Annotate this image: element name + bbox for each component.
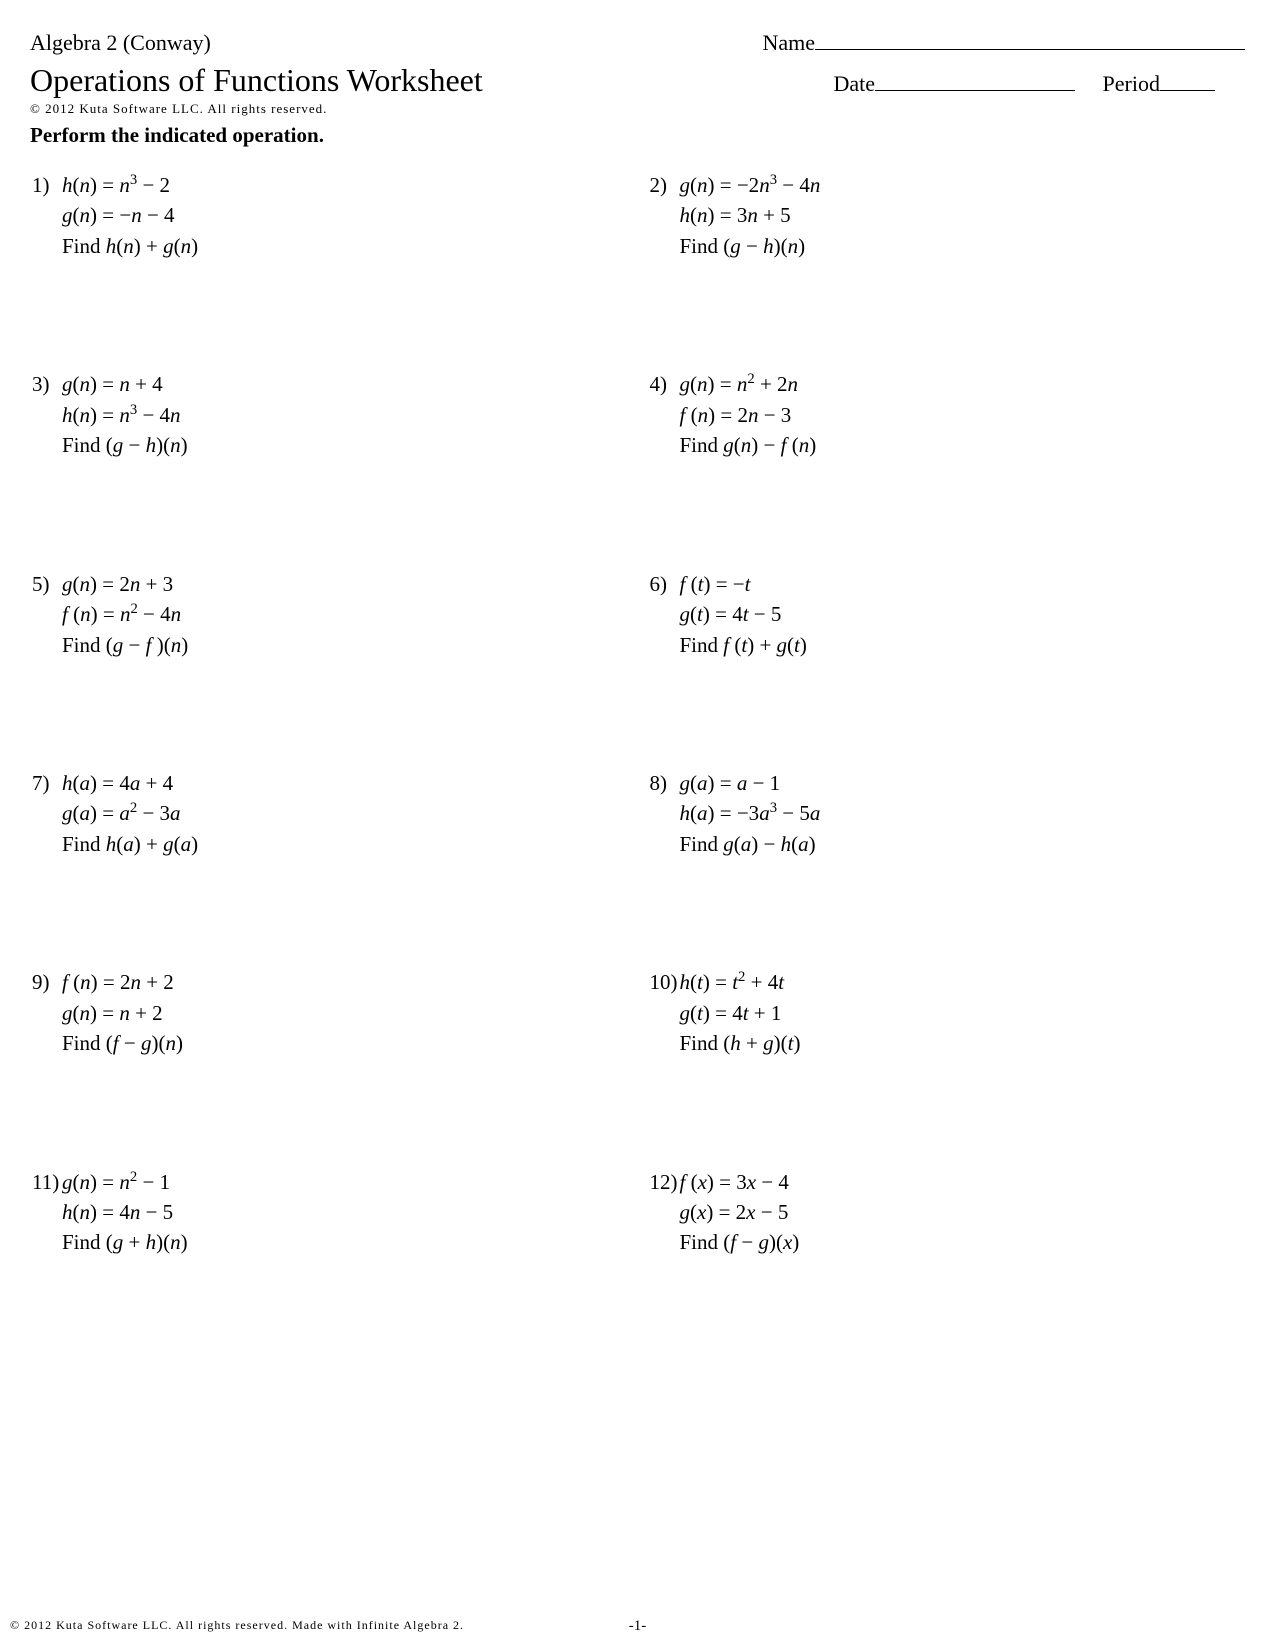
page-footer: © 2012 Kuta Software LLC. All rights res… <box>10 1618 1265 1633</box>
problem-find: Find (g − h)(n) <box>680 234 806 258</box>
problem-line: g(n) = 2n + 3 <box>62 572 173 596</box>
problem-number: 7) <box>32 768 62 798</box>
problem-2: 2) g(n) = −2n3 − 4n h(n) = 3n + 5 Find (… <box>648 170 1246 261</box>
copyright-line: © 2012 Kuta Software LLC. All rights res… <box>30 101 1245 117</box>
problem-9: 9) f (n) = 2n + 2 g(n) = n + 2 Find (f −… <box>30 967 628 1058</box>
worksheet-title: Operations of Functions Worksheet <box>30 62 483 99</box>
problem-1: 1) h(n) = n3 − 2 g(n) = −n − 4 Find h(n)… <box>30 170 628 261</box>
problem-number: 3) <box>32 369 62 399</box>
problem-find: Find g(a) − h(a) <box>680 832 816 856</box>
name-label: Name <box>762 30 815 55</box>
problems-grid: 1) h(n) = n3 − 2 g(n) = −n − 4 Find h(n)… <box>30 170 1245 1258</box>
problem-line: f (n) = n2 − 4n <box>62 602 181 626</box>
problem-number: 12) <box>650 1167 680 1197</box>
problem-line: g(n) = n + 4 <box>62 372 163 396</box>
problem-line: h(t) = t2 + 4t <box>680 970 785 994</box>
problem-11: 11) g(n) = n2 − 1 h(n) = 4n − 5 Find (g … <box>30 1167 628 1258</box>
problem-number: 10) <box>650 967 680 997</box>
problem-line: g(n) = −2n3 − 4n <box>680 173 821 197</box>
problem-find: Find (f − g)(x) <box>680 1230 800 1254</box>
problem-find: Find (g − f )(n) <box>62 633 188 657</box>
problem-line: g(t) = 4t + 1 <box>680 1001 782 1025</box>
problem-find: Find g(n) − f (n) <box>680 433 817 457</box>
problem-number: 9) <box>32 967 62 997</box>
problem-line: g(n) = n + 2 <box>62 1001 163 1025</box>
course-label: Algebra 2 (Conway) <box>30 30 211 56</box>
problem-find: Find (g − h)(n) <box>62 433 188 457</box>
problem-number: 11) <box>32 1167 62 1197</box>
problem-10: 10) h(t) = t2 + 4t g(t) = 4t + 1 Find (h… <box>648 967 1246 1058</box>
problem-line: g(a) = a − 1 <box>680 771 781 795</box>
date-label: Date <box>834 71 876 96</box>
problem-number: 6) <box>650 569 680 599</box>
problem-12: 12) f (x) = 3x − 4 g(x) = 2x − 5 Find (f… <box>648 1167 1246 1258</box>
problem-line: g(n) = n2 + 2n <box>680 372 799 396</box>
problem-number: 1) <box>32 170 62 200</box>
title-row: Operations of Functions Worksheet Date P… <box>30 62 1245 99</box>
period-blank-line <box>1160 90 1215 91</box>
problem-4: 4) g(n) = n2 + 2n f (n) = 2n − 3 Find g(… <box>648 369 1246 460</box>
problem-number: 8) <box>650 768 680 798</box>
problem-find: Find (g + h)(n) <box>62 1230 188 1254</box>
problem-line: g(x) = 2x − 5 <box>680 1200 789 1224</box>
problem-line: h(n) = n3 − 4n <box>62 403 181 427</box>
problem-line: f (x) = 3x − 4 <box>680 1170 789 1194</box>
problem-line: h(a) = −3a3 − 5a <box>680 801 821 825</box>
problem-3: 3) g(n) = n + 4 h(n) = n3 − 4n Find (g −… <box>30 369 628 460</box>
instruction-text: Perform the indicated operation. <box>30 123 1245 148</box>
problem-line: g(n) = n2 − 1 <box>62 1170 170 1194</box>
problem-7: 7) h(a) = 4a + 4 g(a) = a2 − 3a Find h(a… <box>30 768 628 859</box>
problem-8: 8) g(a) = a − 1 h(a) = −3a3 − 5a Find g(… <box>648 768 1246 859</box>
date-blank-line <box>875 90 1075 91</box>
name-field: Name <box>762 30 1245 56</box>
problem-line: h(n) = 4n − 5 <box>62 1200 173 1224</box>
problem-find: Find h(a) + g(a) <box>62 832 198 856</box>
header-top-row: Algebra 2 (Conway) Name <box>30 30 1245 56</box>
problem-number: 4) <box>650 369 680 399</box>
problem-line: f (n) = 2n + 2 <box>62 970 174 994</box>
problem-line: f (n) = 2n − 3 <box>680 403 792 427</box>
footer-copyright: © 2012 Kuta Software LLC. All rights res… <box>10 1618 464 1633</box>
problem-5: 5) g(n) = 2n + 3 f (n) = n2 − 4n Find (g… <box>30 569 628 660</box>
problem-find: Find (f − g)(n) <box>62 1031 183 1055</box>
problem-line: g(n) = −n − 4 <box>62 203 175 227</box>
problem-find: Find (h + g)(t) <box>680 1031 801 1055</box>
problem-6: 6) f (t) = −t g(t) = 4t − 5 Find f (t) +… <box>648 569 1246 660</box>
problem-line: h(a) = 4a + 4 <box>62 771 173 795</box>
problem-number: 2) <box>650 170 680 200</box>
problem-number: 5) <box>32 569 62 599</box>
problem-find: Find h(n) + g(n) <box>62 234 198 258</box>
problem-line: f (t) = −t <box>680 572 751 596</box>
name-blank-line <box>815 49 1245 50</box>
problem-find: Find f (t) + g(t) <box>680 633 807 657</box>
page-number: -1- <box>629 1618 647 1635</box>
period-label: Period <box>1103 71 1160 96</box>
problem-line: h(n) = n3 − 2 <box>62 173 170 197</box>
problem-line: h(n) = 3n + 5 <box>680 203 791 227</box>
problem-line: g(t) = 4t − 5 <box>680 602 782 626</box>
problem-line: g(a) = a2 − 3a <box>62 801 181 825</box>
date-period-fields: Date Period <box>834 71 1215 97</box>
